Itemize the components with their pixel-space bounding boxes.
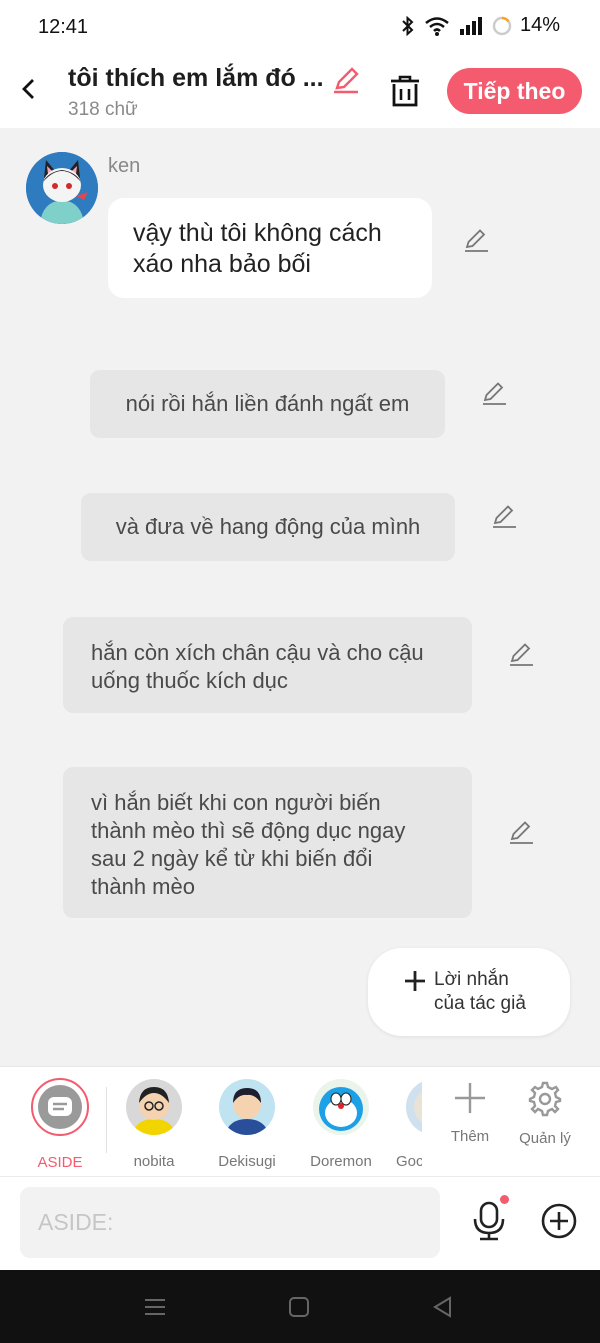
divider [106,1087,107,1153]
plus-icon [405,971,425,991]
home-icon[interactable] [286,1294,312,1320]
character-aside[interactable]: ASIDE [20,1078,100,1171]
author-note-button[interactable]: Lời nhắn của tác giả [368,948,570,1036]
add-label: Thêm [450,1128,490,1145]
wifi-icon [425,16,449,36]
doremon-avatar [313,1079,369,1135]
manage-button[interactable]: Quản lý [510,1081,580,1147]
gear-icon [528,1081,562,1117]
plus-icon [455,1083,485,1113]
author-note-label: Lời nhắn của tác giả [434,968,526,1016]
top-app-bar: tôi thích em lắm đó ... 318 chữ Tiếp the… [0,54,600,128]
manage-label: Quản lý [519,1130,571,1147]
story-title: tôi thích em lắm đó ... [68,64,324,92]
character-dekisugi[interactable]: Dekisugi [207,1079,287,1170]
edit-message-icon[interactable] [490,502,518,530]
signal-icon [459,16,482,35]
aside-chat-icon [38,1085,82,1129]
narration-bubble[interactable]: hắn còn xích chân cậu và cho cậu uống th… [63,617,472,713]
bluetooth-icon [402,15,414,36]
message-text-line: xáo nha bảo bối [133,250,311,278]
goc-avatar [406,1079,422,1135]
narration-text-line: thành mèo thì sẽ động dục ngay [91,818,406,843]
input-bar [0,1176,600,1270]
nobita-avatar [126,1079,182,1135]
notification-dot [500,1195,509,1204]
narration-text-line: sau 2 ngày kể từ khi biến đổi [91,846,373,871]
narration-bubble[interactable]: nói rồi hắn liền đánh ngất em [90,370,445,438]
character-label: Dekisugi [218,1153,276,1170]
add-character-button[interactable]: Thêm [435,1081,505,1145]
menu-icon[interactable] [142,1294,168,1320]
narration-text: và đưa về hang động của mình [115,514,421,539]
system-navigation-bar [0,1270,600,1343]
narration-text-line: vì hắn biết khi con người biến [91,790,381,815]
author-note-line: của tác giả [434,993,526,1014]
status-time: 12:41 [38,16,89,38]
edit-title-icon[interactable] [330,64,362,96]
narration-bubble[interactable]: và đưa về hang động của mình [81,493,455,561]
character-goc[interactable]: Goc [394,1079,422,1170]
message-text-line: vậy thù tôi không cách [133,219,382,247]
character-selector: ASIDE nobita Dekisugi Doremon Goc Thêm Q… [0,1066,600,1176]
microphone-icon[interactable] [472,1201,506,1241]
edit-message-icon[interactable] [480,379,508,407]
narration-text-line: uống thuốc kích dục [91,668,288,693]
character-doremon[interactable]: Doremon [301,1079,381,1170]
character-label: Doremon [310,1153,372,1170]
status-bar: 12:41 14% [0,0,600,54]
character-nobita[interactable]: nobita [114,1079,194,1170]
next-button[interactable]: Tiếp theo [447,68,582,114]
narration-text: nói rồi hắn liền đánh ngất em [125,391,410,416]
narration-bubble[interactable]: vì hắn biết khi con người biến thành mèo… [63,767,472,918]
character-label: nobita [133,1153,175,1170]
edit-message-icon[interactable] [507,640,535,668]
word-count: 318 chữ [68,99,138,120]
battery-level: 14% [519,14,560,36]
message-input[interactable] [20,1187,440,1258]
narration-text-line: thành mèo [91,874,195,899]
author-note-line: Lời nhắn [434,969,509,990]
add-circle-icon[interactable] [541,1203,577,1239]
aside-avatar [31,1078,89,1136]
character-label: ASIDE [37,1154,83,1171]
character-label: Goc [396,1153,422,1170]
battery-icon [492,16,512,35]
status-icons: 14% [400,14,560,37]
ken-avatar[interactable] [26,152,98,224]
dekisugi-avatar [219,1079,275,1135]
back-triangle-icon[interactable] [430,1294,456,1320]
edit-message-icon[interactable] [507,818,535,846]
message-bubble-ken[interactable]: vậy thù tôi không cách xáo nha bảo bối [108,198,432,298]
back-arrow-icon[interactable] [14,74,44,104]
edit-message-icon[interactable] [462,226,490,254]
trash-icon[interactable] [386,72,424,110]
speaker-name: ken [108,155,141,177]
narration-text-line: hắn còn xích chân cậu và cho cậu [91,640,424,665]
